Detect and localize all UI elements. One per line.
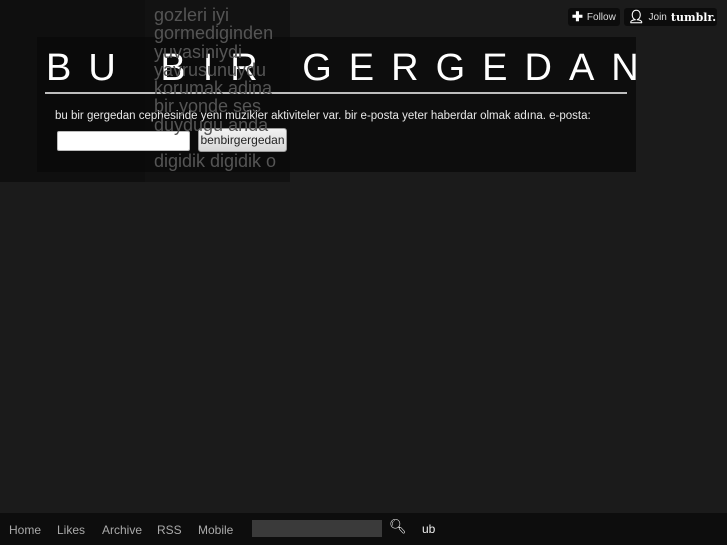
join-tumblr-button[interactable]: 👤︎ Join tumblr. [624,8,717,26]
footer-bar: Home Likes Archive RSS Mobile 🔍︎ ub [0,513,727,545]
user-icon: 👤︎ [628,9,645,24]
follow-button[interactable]: ✚ Follow [568,8,620,26]
tumblr-logo: tumblr. [670,10,717,24]
nav-mobile[interactable]: Mobile [198,523,233,537]
join-label: Join [648,11,667,23]
page-title: BU BIR GERGEDAN [46,47,656,89]
nav-rss[interactable]: RSS [157,523,182,537]
title-divider [45,92,627,94]
ub-link[interactable]: ub [422,522,435,536]
search-input[interactable] [252,520,382,537]
nav-likes[interactable]: Likes [57,523,85,537]
plus-icon: ✚ [572,9,583,24]
follow-label: Follow [586,11,616,23]
subscribe-button[interactable]: benbirgergedan [198,128,287,152]
email-input[interactable] [57,131,190,151]
subscribe-description: bu bir gergedan cephesinde yeni müzikler… [55,110,591,122]
nav-archive[interactable]: Archive [102,523,142,537]
nav-home[interactable]: Home [9,523,41,537]
search-icon[interactable]: 🔍︎ [389,518,407,535]
